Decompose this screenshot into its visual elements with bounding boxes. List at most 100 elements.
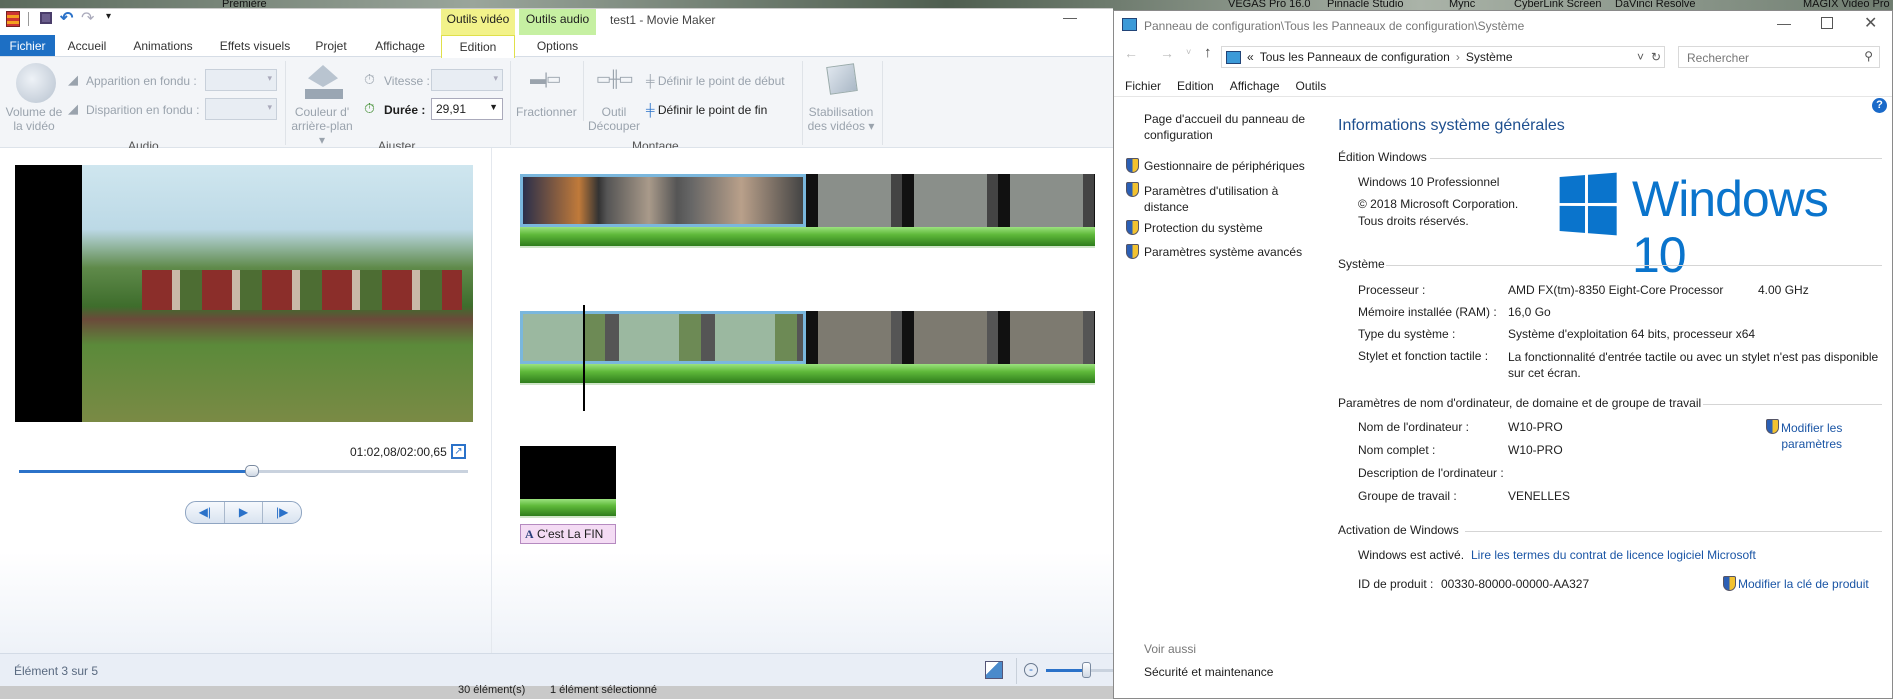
clip-selected[interactable] — [520, 311, 806, 364]
playhead[interactable] — [583, 305, 585, 411]
info-label: Stylet et fonction tactile : — [1358, 349, 1489, 363]
label: configuration — [1144, 128, 1213, 142]
zoom-out-button[interactable]: - — [1024, 663, 1038, 677]
help-icon[interactable]: ? — [1872, 98, 1887, 113]
audio-waveform[interactable] — [520, 499, 616, 518]
background-color-button[interactable]: Couleur d' arrière-plan ▾ — [288, 105, 356, 147]
desktop-icon-label[interactable]: CyberLink Screen — [1514, 0, 1601, 10]
chevron-down-icon[interactable]: ˅ — [1637, 50, 1644, 64]
audio-waveform[interactable] — [520, 227, 1095, 248]
tab-effets-visuels[interactable]: Effets visuels — [215, 35, 295, 57]
minimize-button[interactable]: — — [1777, 15, 1791, 31]
desktop-icon-label[interactable]: DaVinci Resolve — [1615, 0, 1696, 10]
duration-icon: ⏱ — [364, 100, 375, 116]
tab-accueil[interactable]: Accueil — [62, 35, 112, 57]
status-bar: Élément 3 sur 5 - — [0, 653, 1113, 687]
duration-combo[interactable]: 29,91 ▼ — [431, 98, 503, 120]
tab-edition[interactable]: Edition — [441, 35, 515, 58]
control-panel-home-link[interactable]: Page d'accueil du panneau de configuratio… — [1144, 111, 1305, 143]
recent-dropdown-icon[interactable]: ˅ — [1186, 47, 1191, 57]
redo-icon[interactable]: ↷ — [81, 8, 94, 28]
clip-selected[interactable] — [520, 174, 806, 227]
quick-access-dropdown-icon[interactable]: ▾ — [106, 11, 111, 22]
video-stabilization-button[interactable]: Stabilisation des vidéos ▾ — [806, 105, 876, 133]
text-icon: A — [525, 527, 534, 541]
device-manager-link[interactable]: Gestionnaire de périphériques — [1144, 159, 1305, 173]
next-frame-button[interactable]: |▶ — [263, 502, 301, 523]
video-volume-button[interactable]: Volume de la vidéo — [4, 105, 64, 133]
desktop-icon-label[interactable]: VEGAS Pro 16.0 — [1228, 0, 1311, 10]
set-end-point-button[interactable]: ╪ Définir le point de fin — [646, 103, 767, 117]
thumbnail-size-icon[interactable] — [985, 661, 1003, 679]
system-protection-link[interactable]: Protection du système — [1144, 221, 1263, 235]
overflow-icon[interactable]: « — [1247, 50, 1254, 64]
volume-icon[interactable] — [16, 63, 56, 103]
menu-fichier[interactable]: Fichier — [1125, 79, 1161, 93]
undo-icon[interactable]: ↶ — [60, 8, 73, 28]
security-maintenance-link[interactable]: Sécurité et maintenance — [1144, 665, 1273, 679]
split-icon: ▬|▭ — [530, 71, 561, 88]
change-settings-link[interactable]: Modifier les paramètres — [1781, 420, 1842, 452]
breadcrumb-item[interactable]: Système — [1466, 50, 1513, 64]
seek-thumb[interactable] — [245, 465, 260, 477]
tab-projet[interactable]: Projet — [310, 35, 352, 57]
tab-options[interactable]: Options — [519, 35, 596, 57]
value-line: La fonctionnalité d'entrée tactile ou av… — [1508, 350, 1879, 364]
trim-tool-button[interactable]: Outil Découper — [588, 105, 640, 133]
save-icon[interactable] — [40, 12, 52, 24]
forward-button[interactable]: → — [1160, 45, 1174, 61]
end-clip[interactable] — [520, 446, 616, 499]
fade-in-combo[interactable] — [205, 69, 277, 91]
ribbon: Volume de la vidéo ◢ Apparition en fondu … — [0, 56, 1113, 153]
window-title: Panneau de configuration\Tous les Pannea… — [1144, 19, 1525, 33]
section-title: Édition Windows — [1338, 150, 1427, 164]
back-button[interactable]: ← — [1124, 45, 1138, 61]
search-input[interactable]: Rechercher ⚲ — [1678, 46, 1880, 68]
advanced-settings-link[interactable]: Paramètres système avancés — [1144, 245, 1302, 259]
fade-out-label: Disparition en fondu : — [86, 103, 200, 117]
zoom-slider[interactable] — [1046, 662, 1113, 678]
shield-icon — [1766, 419, 1779, 434]
maximize-button[interactable] — [1821, 17, 1833, 29]
fade-out-combo[interactable] — [205, 98, 277, 120]
clip[interactable] — [806, 174, 1095, 227]
pane-divider[interactable] — [491, 148, 492, 653]
group-separator — [882, 61, 883, 145]
address-bar[interactable]: « Tous les Panneaux de configuration › S… — [1221, 46, 1665, 68]
audio-waveform[interactable] — [520, 364, 1095, 385]
tab-animations[interactable]: Animations — [128, 35, 198, 57]
label: la vidéo — [13, 119, 55, 133]
speed-combo[interactable] — [431, 69, 503, 91]
fullscreen-icon[interactable]: ↗ — [451, 444, 466, 459]
split-button[interactable]: Fractionner — [516, 105, 577, 119]
seek-slider[interactable] — [19, 465, 468, 477]
change-product-key-link[interactable]: Modifier la clé de produit — [1738, 577, 1869, 591]
windows-logo-icon — [1559, 172, 1617, 236]
desktop-icon-label[interactable]: Mync — [1449, 0, 1475, 10]
breadcrumb-item[interactable]: Tous les Panneaux de configuration — [1260, 50, 1450, 64]
menu-affichage[interactable]: Affichage — [1230, 79, 1280, 93]
remote-settings-link[interactable]: Paramètres d'utilisation à distance — [1144, 183, 1278, 215]
zoom-thumb[interactable] — [1082, 662, 1092, 678]
minimize-button[interactable]: — — [1063, 9, 1077, 25]
desktop-icon-label[interactable]: MAGIX Video Pro — [1803, 0, 1890, 10]
clip[interactable] — [806, 311, 1095, 364]
menu-outils[interactable]: Outils — [1296, 79, 1327, 93]
divider — [1016, 658, 1017, 684]
set-start-point-button[interactable]: ╪ Définir le point de début — [646, 74, 785, 88]
close-button[interactable]: ✕ — [1864, 13, 1877, 33]
refresh-icon[interactable]: ↻ — [1651, 50, 1661, 64]
caption-clip[interactable]: A C'est La FIN — [520, 524, 616, 544]
play-button[interactable]: ▶ — [225, 502, 264, 523]
desktop-icon-label[interactable]: Pinnacle Studio — [1327, 0, 1403, 10]
tab-affichage[interactable]: Affichage — [368, 35, 432, 57]
license-terms-link[interactable]: Lire les termes du contrat de licence lo… — [1471, 548, 1756, 562]
app-icon — [6, 11, 20, 27]
video-preview[interactable] — [82, 165, 473, 422]
fade-out-icon: ◢ — [68, 101, 78, 116]
menu-edition[interactable]: Edition — [1177, 79, 1214, 93]
tab-fichier[interactable]: Fichier — [0, 35, 55, 57]
up-button[interactable]: ↑ — [1204, 44, 1212, 61]
info-label: Nom de l'ordinateur : — [1358, 420, 1470, 434]
previous-frame-button[interactable]: ◀| — [186, 502, 225, 523]
